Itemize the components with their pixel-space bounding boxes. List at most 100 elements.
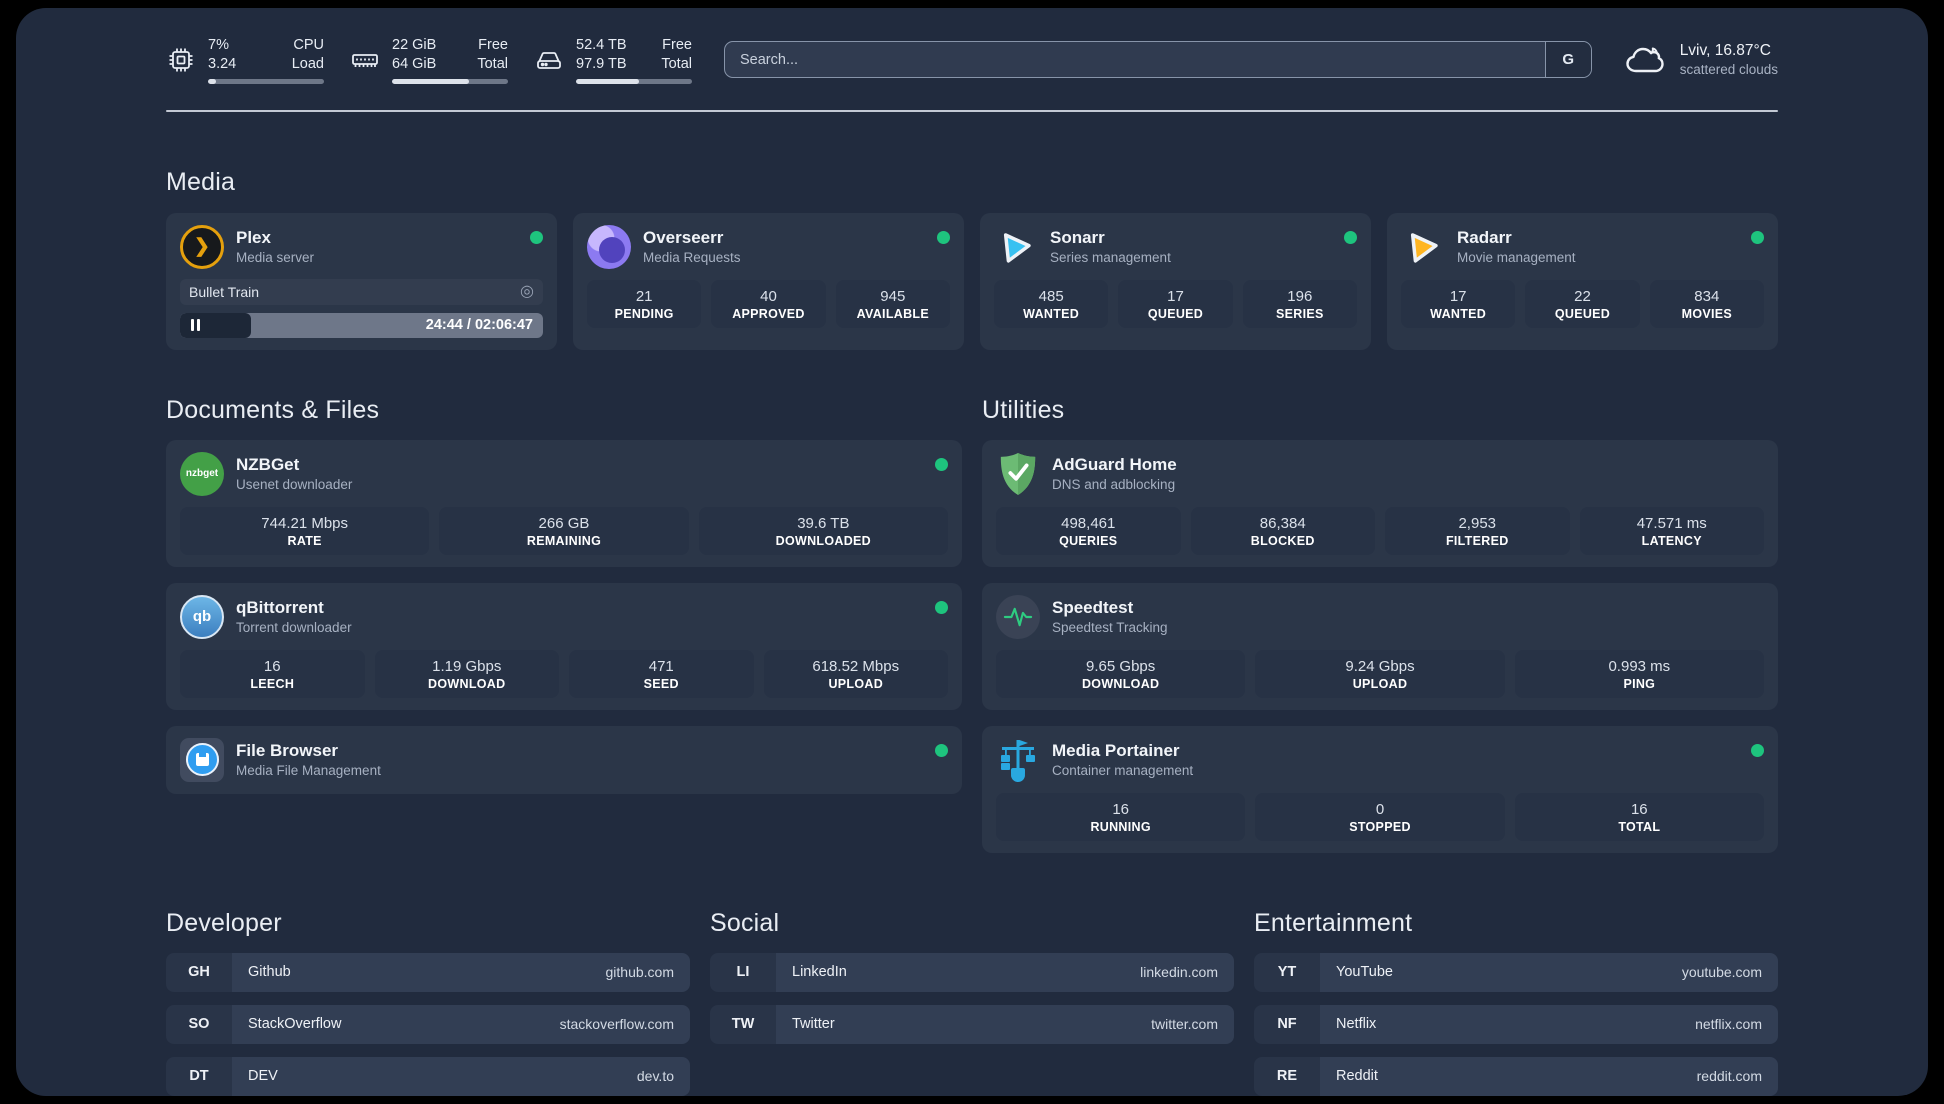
- disk-total-label: Total: [661, 55, 692, 72]
- bookmark-netflix[interactable]: NF Netflix netflix.com: [1254, 1004, 1778, 1044]
- bookmark-url: github.com: [605, 964, 674, 981]
- weather-condition: scattered clouds: [1679, 62, 1778, 78]
- dashboard-panel: 7% 3.24 CPU Load 22 GiB 64 GiB Free Tota…: [16, 8, 1928, 1096]
- stat-value: 16: [263, 657, 281, 675]
- app-card-plex[interactable]: ❯ Plex Media server Bullet Train ◎ 24:44…: [166, 212, 557, 350]
- app-card-qbittorrent[interactable]: qb qBittorrent Torrent downloader 16 LEE…: [166, 582, 962, 710]
- stat-tile: 17 WANTED: [1401, 279, 1516, 328]
- status-dot-qbittorrent: [935, 600, 948, 614]
- disk-icon: [537, 51, 561, 69]
- app-desc-qbittorrent: Torrent downloader: [236, 620, 352, 636]
- stat-tile: 9.24 Gbps UPLOAD: [1255, 649, 1505, 698]
- app-card-portainer[interactable]: Media Portainer Container management 16 …: [982, 725, 1778, 853]
- speedtest-icon: [996, 594, 1040, 639]
- app-card-nzbget[interactable]: nzbget NZBGet Usenet downloader 744.21 M…: [166, 439, 962, 567]
- bookmark-github[interactable]: GH Github github.com: [166, 952, 690, 992]
- memory-free-label: Free: [478, 37, 508, 53]
- section-entertainment: Entertainment YT YouTube youtube.com NF …: [1254, 909, 1778, 1096]
- bookmark-youtube[interactable]: YT YouTube youtube.com: [1254, 952, 1778, 992]
- app-name-plex: Plex: [236, 228, 271, 248]
- bookmark-reddit[interactable]: RE Reddit reddit.com: [1254, 1056, 1778, 1096]
- bookmark-linkedin[interactable]: LI LinkedIn linkedin.com: [710, 952, 1234, 992]
- stat-value: 86,384: [1259, 514, 1306, 532]
- stat-tile: 0 STOPPED: [1255, 792, 1505, 841]
- weather-text: Lviv, 16.87°C scattered clouds: [1680, 42, 1778, 77]
- stat-value: 498,461: [1061, 514, 1116, 532]
- app-card-radarr[interactable]: Radarr Movie management 17 WANTED 22 QUE…: [1387, 212, 1778, 350]
- bookmark-abbr: DT: [166, 1056, 232, 1096]
- stat-label: RATE: [287, 533, 322, 548]
- stat-value: 266 GB: [538, 514, 590, 532]
- search-bar: G: [724, 41, 1592, 79]
- bookmark-stackoverflow[interactable]: SO StackOverflow stackoverflow.com: [166, 1004, 690, 1044]
- stat-tile: 1.19 Gbps DOWNLOAD: [374, 649, 559, 698]
- bookmark-twitter[interactable]: TW Twitter twitter.com: [710, 1004, 1234, 1044]
- stat-label: STOPPED: [1349, 819, 1411, 834]
- bookmark-url: twitter.com: [1151, 1016, 1218, 1033]
- app-card-filebrowser[interactable]: File Browser Media File Management: [166, 725, 962, 794]
- session-disc-icon[interactable]: ◎: [520, 283, 534, 300]
- cpu-usage-label: CPU: [293, 37, 324, 53]
- stat-value: 0.993 ms: [1608, 657, 1671, 675]
- bookmark-abbr: RE: [1254, 1056, 1320, 1096]
- stat-tile: 40 APPROVED: [711, 279, 826, 328]
- stat-tile: 485 WANTED: [994, 279, 1109, 328]
- weather-widget: Lviv, 16.87°C scattered clouds: [1624, 42, 1778, 77]
- ram-icon: [352, 53, 378, 67]
- bookmark-dev[interactable]: DT DEV dev.to: [166, 1056, 690, 1096]
- app-name-radarr: Radarr: [1457, 228, 1512, 248]
- bookmark-name: Github: [248, 964, 291, 981]
- search-engine-button[interactable]: G: [1544, 42, 1591, 78]
- cpu-stat: 7% 3.24 CPU Load: [166, 36, 324, 84]
- memory-progress-fill: [392, 78, 469, 84]
- stat-value: 40: [760, 287, 777, 305]
- stat-label: UPLOAD: [1352, 676, 1408, 691]
- app-name-sonarr: Sonarr: [1050, 228, 1105, 248]
- stat-tile: 16 RUNNING: [996, 792, 1246, 841]
- memory-stat-text: 22 GiB 64 GiB Free Total: [392, 36, 508, 84]
- plex-chevron-glyph: ❯: [194, 236, 210, 258]
- nzbget-icon-text: nzbget: [185, 468, 219, 480]
- stat-label: WANTED: [1430, 306, 1487, 321]
- bookmark-name: Twitter: [792, 1016, 835, 1033]
- cpu-stat-text: 7% 3.24 CPU Load: [208, 36, 324, 84]
- stat-label: DOWNLOADED: [775, 533, 871, 548]
- stat-value: 945: [880, 287, 906, 305]
- stat-value: 618.52 Mbps: [812, 657, 900, 675]
- stat-value: 39.6 TB: [797, 514, 850, 532]
- app-card-speedtest[interactable]: Speedtest Speedtest Tracking 9.65 Gbps D…: [982, 582, 1778, 710]
- section-title-entertainment: Entertainment: [1254, 908, 1413, 937]
- status-dot-sonarr: [1344, 230, 1357, 244]
- section-social: Social LI LinkedIn linkedin.com TW Twitt…: [710, 909, 1234, 1096]
- memory-stat: 22 GiB 64 GiB Free Total: [350, 36, 508, 84]
- qbittorrent-icon-text: qb: [192, 608, 212, 626]
- stat-label: QUEUED: [1147, 306, 1204, 321]
- bookmark-url: stackoverflow.com: [559, 1016, 674, 1033]
- search-input[interactable]: [724, 41, 1592, 79]
- app-card-adguard[interactable]: AdGuard Home DNS and adblocking 498,461 …: [982, 439, 1778, 567]
- bookmark-name: LinkedIn: [792, 964, 847, 981]
- section-title-media: Media: [166, 167, 236, 196]
- radarr-icon: [1401, 225, 1445, 269]
- app-card-sonarr[interactable]: Sonarr Series management 485 WANTED 17 Q…: [980, 212, 1371, 350]
- cpu-progress-fill: [208, 78, 217, 84]
- stat-label: QUERIES: [1059, 533, 1118, 548]
- pause-icon[interactable]: [191, 319, 200, 332]
- stat-tile: 22 QUEUED: [1525, 279, 1640, 328]
- stat-value: 16: [1112, 800, 1129, 818]
- disk-progress-track: [576, 78, 692, 84]
- app-name-portainer: Media Portainer: [1052, 741, 1180, 761]
- bookmark-abbr: TW: [710, 1004, 776, 1044]
- stat-tile: 2,953 FILTERED: [1385, 506, 1570, 555]
- stat-value: 17: [1167, 287, 1184, 305]
- bookmark-url: reddit.com: [1696, 1068, 1762, 1085]
- stat-value: 0: [1375, 800, 1385, 818]
- stat-value: 744.21 Mbps: [261, 514, 349, 532]
- stat-value: 17: [1449, 287, 1467, 305]
- stat-value: 1.19 Gbps: [432, 657, 502, 675]
- stat-label: QUEUED: [1554, 306, 1611, 321]
- section-title-utilities: Utilities: [982, 395, 1065, 424]
- app-name-filebrowser: File Browser: [236, 741, 339, 761]
- app-card-overseerr[interactable]: Overseerr Media Requests 21 PENDING 40 A…: [573, 212, 964, 350]
- section-documents: Documents & Files nzbget NZBGet Usenet d…: [166, 396, 962, 853]
